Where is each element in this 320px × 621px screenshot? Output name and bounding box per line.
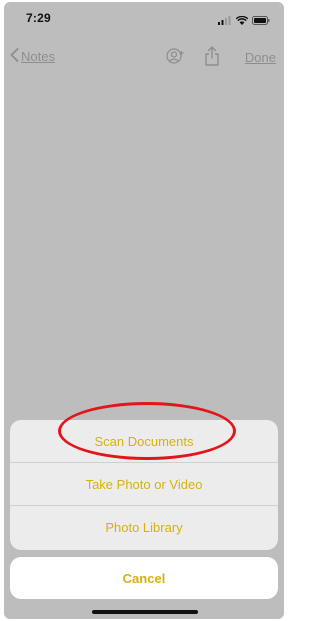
- photo-library-option[interactable]: Photo Library: [10, 506, 278, 549]
- navigation-bar: Notes Done: [4, 42, 284, 74]
- action-sheet: Scan Documents Take Photo or Video Photo…: [10, 420, 278, 550]
- share-icon[interactable]: [204, 46, 220, 71]
- status-time: 7:29: [26, 11, 51, 25]
- wifi-icon: [235, 12, 249, 30]
- take-photo-or-video-option[interactable]: Take Photo or Video: [10, 463, 278, 506]
- add-person-icon[interactable]: [164, 48, 186, 71]
- back-button[interactable]: Notes: [10, 48, 55, 65]
- cancel-button[interactable]: Cancel: [10, 557, 278, 599]
- home-indicator[interactable]: [92, 610, 198, 614]
- battery-icon: [252, 12, 270, 30]
- done-button[interactable]: Done: [245, 50, 276, 65]
- back-button-label: Notes: [21, 49, 55, 64]
- signal-icon: [218, 12, 232, 30]
- status-icons: [218, 12, 270, 30]
- chevron-left-icon: [10, 48, 19, 65]
- scan-documents-option[interactable]: Scan Documents: [10, 420, 278, 463]
- phone-screen: 7:29 Notes Done Scan Documents Take Phot…: [4, 2, 284, 619]
- status-bar: 7:29: [4, 2, 284, 30]
